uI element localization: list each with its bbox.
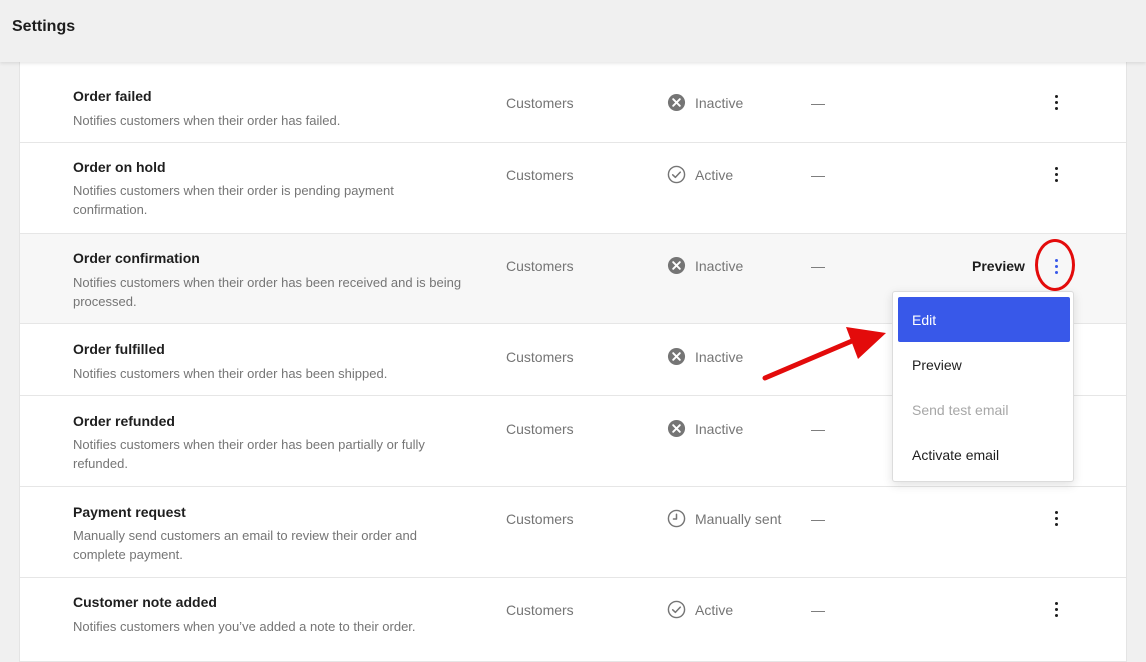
email-description: Notifies customers when their order has … [73, 437, 425, 471]
status-label: Inactive [695, 348, 744, 365]
more-actions-button[interactable] [1046, 507, 1066, 529]
email-row-order-on-hold[interactable]: Order on hold Notifies customers when th… [20, 143, 1126, 234]
email-status: Inactive [667, 93, 743, 112]
kebab-dot [1054, 607, 1058, 611]
email-extra: — [811, 167, 825, 183]
email-extra: — [811, 95, 825, 111]
annotation-arrow [762, 327, 886, 381]
email-extra: — [811, 602, 825, 618]
email-name: Order failed [73, 88, 152, 104]
kebab-dot [1054, 516, 1058, 520]
email-recipient: Customers [506, 349, 574, 365]
status-label: Manually sent [695, 510, 782, 527]
email-status: Inactive [667, 419, 743, 438]
top-bar: Settings [0, 0, 1146, 62]
email-status: Inactive [667, 256, 743, 275]
status-label: Active [695, 601, 734, 618]
annotation-circle [1035, 239, 1075, 291]
email-status: Inactive [667, 347, 743, 366]
x-circle-icon [667, 419, 686, 438]
email-name: Order confirmation [73, 250, 200, 266]
check-circle-icon [667, 165, 686, 184]
kebab-dot [1054, 100, 1058, 104]
email-recipient: Customers [506, 602, 574, 618]
email-row-order-failed[interactable]: Order failed Notifies customers when the… [20, 62, 1126, 143]
status-label: Inactive [695, 257, 744, 274]
email-status: Active [667, 165, 733, 184]
kebab-dot [1054, 178, 1058, 182]
email-recipient: Customers [506, 95, 574, 111]
more-actions-button[interactable] [1046, 91, 1066, 113]
kebab-dot [1054, 106, 1058, 110]
kebab-dot [1054, 601, 1058, 605]
menu-item-activate-email[interactable]: Activate email [898, 432, 1070, 477]
x-circle-icon [667, 256, 686, 275]
more-actions-button[interactable] [1046, 598, 1066, 620]
email-name: Order refunded [73, 413, 175, 429]
email-row-customer-note-added[interactable]: Customer note added Notifies customers w… [20, 578, 1126, 662]
status-label: Inactive [695, 420, 744, 437]
email-name: Payment request [73, 504, 186, 520]
kebab-dot [1054, 172, 1058, 176]
page-title: Settings [12, 18, 76, 35]
kebab-dot [1054, 166, 1058, 170]
menu-item-edit[interactable]: Edit [898, 297, 1070, 342]
email-name: Order on hold [73, 159, 166, 175]
email-extra: — [811, 258, 825, 274]
email-name: Customer note added [73, 594, 217, 610]
status-label: Inactive [695, 94, 744, 111]
actions-dropdown-menu: Edit Preview Send test email Activate em… [892, 291, 1074, 482]
menu-item-preview[interactable]: Preview [898, 342, 1070, 387]
clock-icon [667, 509, 686, 528]
email-name: Order fulfilled [73, 341, 165, 357]
email-description: Manually send customers an email to revi… [73, 528, 417, 562]
kebab-dot [1054, 510, 1058, 514]
more-actions-button[interactable] [1046, 163, 1066, 185]
preview-button[interactable]: Preview [972, 258, 1025, 274]
check-circle-icon [667, 600, 686, 619]
email-row-payment-request[interactable]: Payment request Manually send customers … [20, 487, 1126, 578]
x-circle-icon [667, 347, 686, 366]
email-recipient: Customers [506, 511, 574, 527]
email-recipient: Customers [506, 167, 574, 183]
email-description: Notifies customers when their order is p… [73, 183, 394, 217]
email-recipient: Customers [506, 421, 574, 437]
status-label: Active [695, 166, 734, 183]
kebab-dot [1054, 613, 1058, 617]
email-description: Notifies customers when their order has … [73, 366, 388, 381]
x-circle-icon [667, 93, 686, 112]
email-description: Notifies customers when their order has … [73, 275, 462, 309]
email-status: Active [667, 600, 733, 619]
email-extra: — [811, 511, 825, 527]
kebab-dot [1054, 94, 1058, 98]
kebab-dot [1054, 522, 1058, 526]
email-status: Manually sent [667, 509, 781, 528]
email-extra: — [811, 421, 825, 437]
email-description: Notifies customers when their order has … [73, 113, 341, 128]
email-description: Notifies customers when you’ve added a n… [73, 619, 416, 634]
menu-item-send-test-email: Send test email [912, 401, 1009, 418]
email-recipient: Customers [506, 258, 574, 274]
